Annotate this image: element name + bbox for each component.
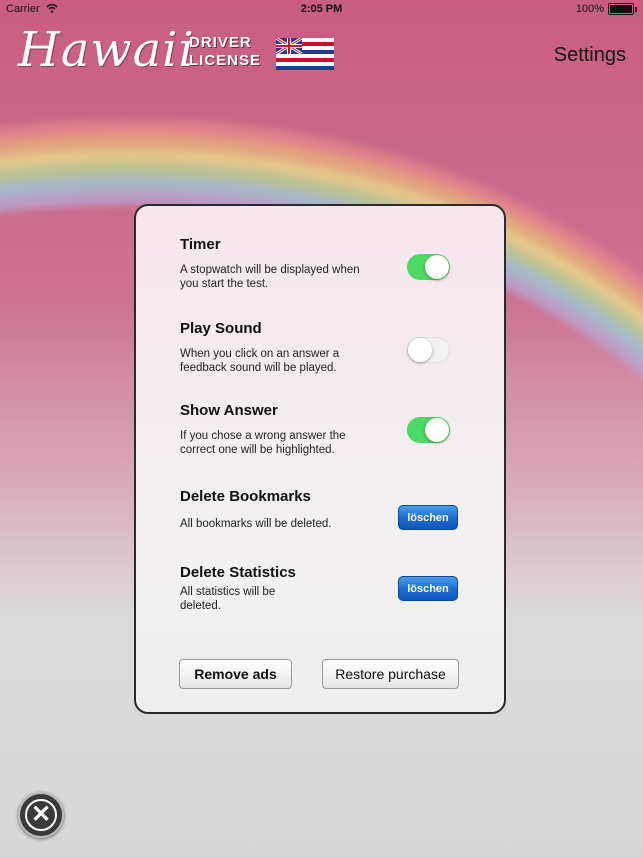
play-sound-description: When you click on an answer a feedback s… — [180, 348, 340, 374]
close-icon: ✕ — [25, 799, 57, 831]
battery-area: 100% — [576, 3, 637, 15]
battery-tip — [635, 6, 637, 12]
show-answer-toggle[interactable] — [407, 417, 450, 443]
battery-percent: 100% — [575, 3, 604, 15]
status-time: 2:05 PM — [300, 3, 343, 15]
page-title: Settings — [553, 44, 626, 66]
hawaii-flag-icon — [276, 38, 334, 70]
license-label: DRIVER LICENSE — [189, 34, 261, 70]
license-line2: LICENSE — [189, 52, 262, 69]
delete-bookmarks-description: All bookmarks will be deleted. — [180, 518, 332, 530]
license-line1: DRIVER — [189, 34, 252, 51]
timer-description: A stopwatch will be displayed when you s… — [180, 264, 360, 290]
timer-title: Timer — [180, 236, 221, 253]
toggle-knob — [425, 255, 449, 279]
play-sound-toggle[interactable] — [407, 337, 450, 363]
close-button[interactable]: ✕ — [18, 792, 64, 838]
toggle-knob — [408, 338, 432, 362]
show-answer-description: If you chose a wrong answer the correct … — [180, 430, 346, 456]
timer-toggle[interactable] — [407, 254, 450, 280]
delete-statistics-description: All statistics will be deleted. — [180, 586, 276, 612]
delete-bookmarks-button[interactable]: löschen — [398, 505, 458, 530]
delete-statistics-button[interactable]: löschen — [398, 576, 458, 601]
remove-ads-button[interactable]: Remove ads — [179, 659, 292, 689]
play-sound-title: Play Sound — [180, 320, 262, 337]
status-bar: Carrier 2:05 PM 100% — [0, 0, 643, 20]
delete-bookmarks-title: Delete Bookmarks — [180, 488, 311, 505]
settings-panel: Timer A stopwatch will be displayed when… — [134, 204, 506, 714]
battery-icon — [608, 3, 634, 15]
toggle-knob — [425, 418, 449, 442]
app-logo: Hawaii — [18, 22, 195, 78]
restore-purchase-button[interactable]: Restore purchase — [322, 659, 459, 689]
